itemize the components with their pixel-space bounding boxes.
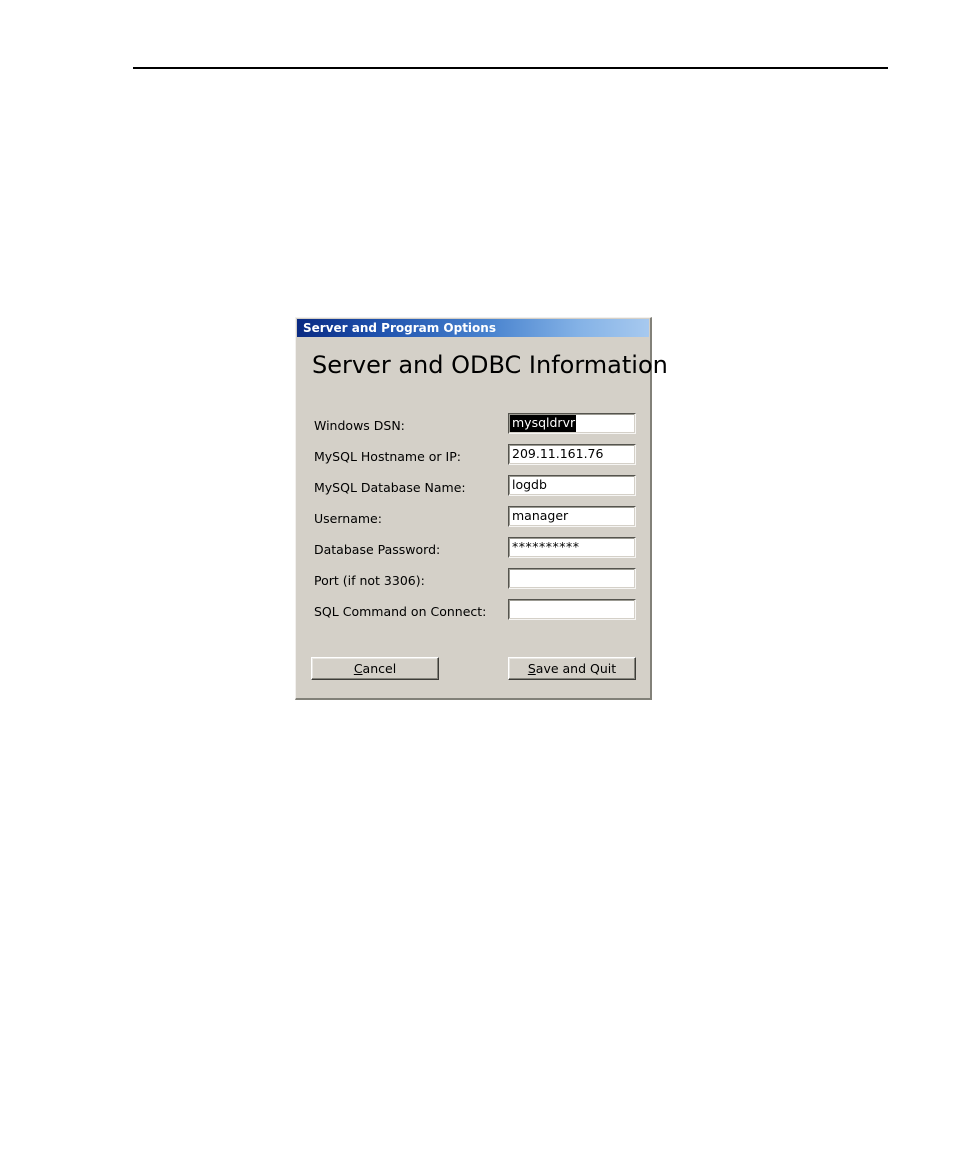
label-port: Port (if not 3306): bbox=[314, 573, 425, 588]
dialog-title: Server and Program Options bbox=[303, 321, 496, 335]
settings-form: Windows DSN: mysqldrvr MySQL Hostname or… bbox=[296, 413, 650, 630]
save-accelerator: S bbox=[527, 661, 536, 676]
input-database-password-value: ********** bbox=[512, 539, 580, 555]
form-row-port: Port (if not 3306): bbox=[296, 568, 650, 599]
cancel-accelerator: C bbox=[353, 661, 363, 676]
input-sql-command[interactable] bbox=[508, 599, 636, 620]
dialog-heading: Server and ODBC Information bbox=[312, 351, 668, 379]
form-row-username: Username: manager bbox=[296, 506, 650, 537]
input-username[interactable]: manager bbox=[508, 506, 636, 527]
dialog-button-bar: Cancel Save and Quit bbox=[296, 657, 650, 681]
input-username-value: manager bbox=[512, 508, 569, 524]
cancel-label-rest: ancel bbox=[362, 661, 397, 676]
input-mysql-database[interactable]: logdb bbox=[508, 475, 636, 496]
label-database-password: Database Password: bbox=[314, 542, 441, 557]
input-mysql-hostname[interactable]: 209.11.161.76 bbox=[508, 444, 636, 465]
input-port[interactable] bbox=[508, 568, 636, 589]
page-header-rule bbox=[133, 67, 888, 69]
form-row-windows-dsn: Windows DSN: mysqldrvr bbox=[296, 413, 650, 444]
label-username: Username: bbox=[314, 511, 382, 526]
form-row-sql-command: SQL Command on Connect: bbox=[296, 599, 650, 630]
save-and-quit-button[interactable]: Save and Quit bbox=[508, 657, 636, 680]
input-mysql-database-value: logdb bbox=[512, 477, 547, 493]
label-mysql-database: MySQL Database Name: bbox=[314, 480, 466, 495]
label-sql-command: SQL Command on Connect: bbox=[314, 604, 487, 619]
input-windows-dsn[interactable]: mysqldrvr bbox=[508, 413, 636, 434]
form-row-database-password: Database Password: ********** bbox=[296, 537, 650, 568]
save-and-quit-button-label: Save and Quit bbox=[528, 661, 616, 676]
label-windows-dsn: Windows DSN: bbox=[314, 418, 405, 433]
server-options-dialog: Server and Program Options Server and OD… bbox=[295, 317, 668, 700]
input-mysql-hostname-value: 209.11.161.76 bbox=[512, 446, 604, 462]
label-mysql-hostname: MySQL Hostname or IP: bbox=[314, 449, 461, 464]
form-row-mysql-hostname: MySQL Hostname or IP: 209.11.161.76 bbox=[296, 444, 650, 475]
dialog-titlebar[interactable]: Server and Program Options bbox=[297, 319, 649, 337]
save-label-rest: ave and Quit bbox=[535, 661, 617, 676]
cancel-button[interactable]: Cancel bbox=[311, 657, 439, 680]
cancel-button-label: Cancel bbox=[354, 661, 396, 676]
input-windows-dsn-value: mysqldrvr bbox=[510, 415, 577, 432]
input-database-password[interactable]: ********** bbox=[508, 537, 636, 558]
form-row-mysql-database: MySQL Database Name: logdb bbox=[296, 475, 650, 506]
